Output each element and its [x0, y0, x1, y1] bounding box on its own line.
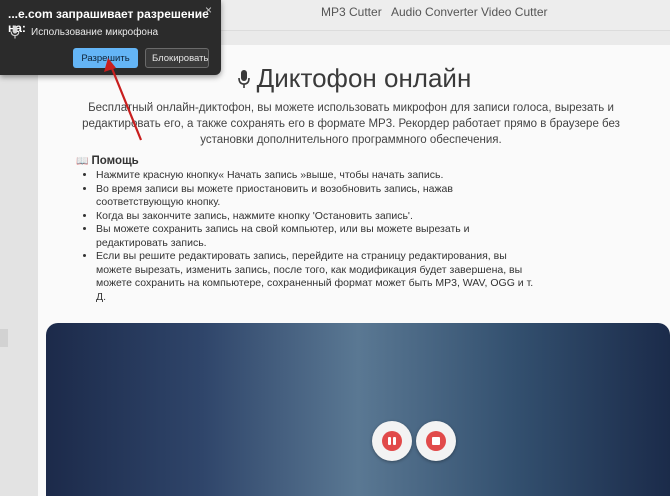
help-item: Вы можете сохранить запись на свой компь… — [96, 223, 536, 250]
page-title-text: Диктофон онлайн — [256, 63, 472, 93]
stop-button[interactable] — [416, 421, 456, 461]
microphone-icon — [237, 70, 250, 88]
nav-audio-converter[interactable]: Audio Converter — [391, 5, 478, 19]
book-icon: 📖 — [76, 156, 89, 167]
nav-mp3-cutter[interactable]: MP3 Cutter — [321, 5, 382, 19]
help-heading-text: Помощь — [91, 155, 139, 167]
pause-icon — [382, 431, 402, 451]
permission-description: Использование микрофона — [31, 27, 159, 38]
allow-button[interactable]: Разрешить — [73, 48, 138, 68]
help-item: Нажмите красную кнопку« Начать запись »в… — [96, 169, 536, 183]
recorder-panel — [46, 323, 670, 496]
intro-text: Бесплатный онлайн-диктофон, вы можете ис… — [82, 102, 620, 146]
side-scroll-marker — [0, 329, 8, 347]
help-item: Когда вы закончите запись, нажмите кнопк… — [96, 210, 536, 224]
stop-icon — [426, 431, 446, 451]
block-button[interactable]: Блокировать — [145, 48, 209, 68]
help-heading: 📖 Помощь — [76, 155, 139, 167]
close-icon[interactable]: × — [205, 3, 212, 17]
nav-video-cutter[interactable]: Video Cutter — [481, 5, 548, 19]
microphone-icon — [10, 25, 20, 39]
pause-button[interactable] — [372, 421, 412, 461]
help-list: Нажмите красную кнопку« Начать запись »в… — [76, 169, 536, 304]
help-item: Если вы решите редактировать запись, пер… — [96, 250, 536, 304]
help-item: Во время записи вы можете приостановить … — [96, 183, 536, 210]
left-gutter — [0, 31, 38, 496]
main-content: Диктофон онлайн Бесплатный онлайн-диктоф… — [38, 45, 670, 496]
permission-popup: ...e.com запрашивает разрешение на: × Ис… — [0, 0, 221, 75]
